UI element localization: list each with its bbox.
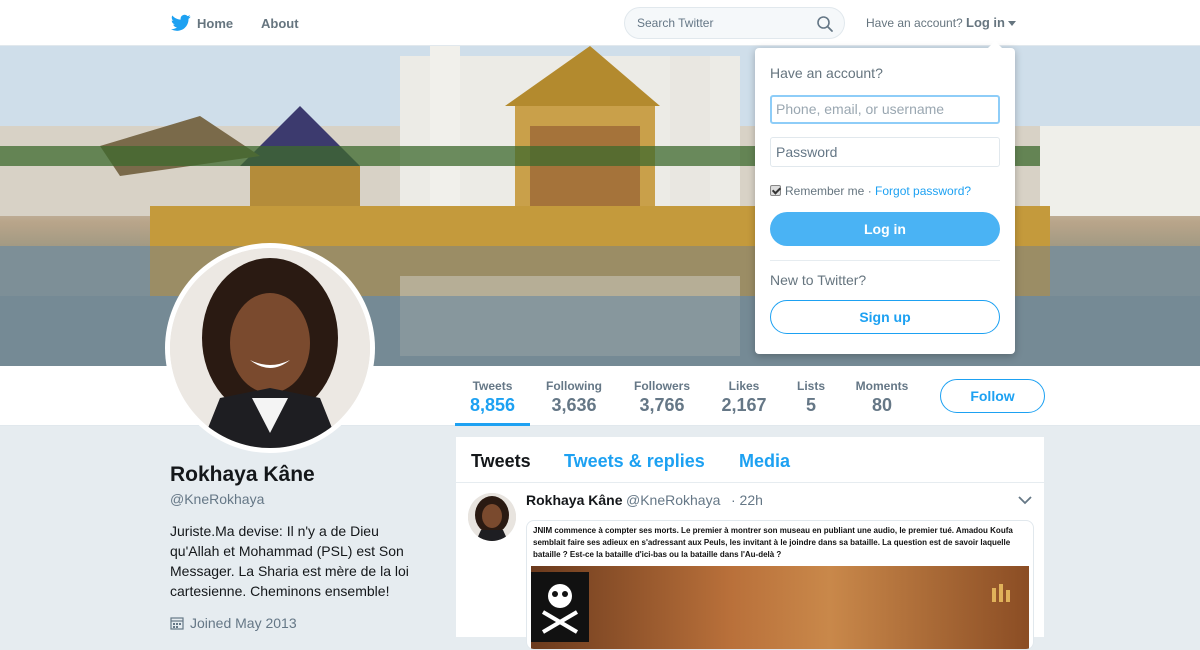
tweet-avatar[interactable]: [468, 493, 516, 541]
stat-following[interactable]: Following 3,636: [538, 366, 610, 426]
stat-label: Likes: [728, 379, 760, 393]
profile-joined: Joined May 2013: [170, 615, 297, 631]
timeline-panel: Tweets Tweets & replies Media Rokhaya Kâ…: [456, 437, 1044, 650]
home-link[interactable]: Home: [197, 16, 233, 31]
stat-value: 5: [805, 395, 816, 415]
profile-avatar-frame: [165, 243, 375, 453]
stat-label: Tweets: [472, 379, 513, 393]
login-dropdown: Have an account? Phone, email, or userna…: [755, 41, 1015, 354]
stat-value: 8,856: [469, 395, 516, 415]
separator: ·: [864, 184, 876, 198]
stat-label: Followers: [633, 379, 690, 393]
new-to-twitter-prompt: New to Twitter?: [770, 272, 867, 288]
calendar-icon: [170, 617, 184, 630]
stat-label: Following: [546, 379, 602, 393]
top-navigation-bar: Home About Search Twitter Have an accoun…: [0, 0, 1200, 46]
search-icon[interactable]: [816, 15, 834, 33]
dropdown-title: Have an account?: [770, 65, 883, 81]
stat-label: Moments: [855, 379, 909, 393]
stat-likes[interactable]: Likes 2,167: [714, 366, 774, 426]
stat-value: 80: [871, 395, 893, 415]
tweet-author-handle[interactable]: @KneRokhaya: [626, 492, 720, 508]
profile-handle[interactable]: @KneRokhaya: [170, 491, 264, 507]
avatar[interactable]: [170, 248, 370, 448]
tweet-item[interactable]: Rokhaya Kâne @KneRokhaya · 22h JNIM comm…: [456, 483, 1044, 650]
stat-label: Lists: [796, 379, 825, 393]
remember-me-label[interactable]: Remember me: [785, 184, 864, 198]
joined-date: Joined May 2013: [190, 615, 297, 631]
tweet-image-text: JNIM commence à compter ses morts. Le pr…: [533, 526, 1013, 559]
skull-icon: [531, 572, 589, 642]
login-button[interactable]: Log in: [770, 212, 1000, 246]
tab-tweets[interactable]: Tweets: [471, 451, 531, 472]
stat-tweets[interactable]: Tweets 8,856: [455, 366, 530, 426]
stat-lists[interactable]: Lists 5: [789, 366, 833, 426]
signup-button[interactable]: Sign up: [770, 300, 1000, 334]
chevron-down-icon[interactable]: [1018, 495, 1032, 505]
remember-me-row: Remember me · Forgot password?: [770, 184, 971, 198]
tab-media[interactable]: Media: [739, 451, 790, 472]
password-field[interactable]: Password: [770, 137, 1000, 167]
logo-mark: [992, 584, 1010, 602]
caret-down-icon[interactable]: [1008, 21, 1016, 26]
tab-tweets-replies[interactable]: Tweets & replies: [564, 451, 705, 472]
follow-button[interactable]: Follow: [940, 379, 1045, 413]
tweet-timestamp[interactable]: · 22h: [731, 492, 763, 508]
account-prompt: Have an account?: [866, 16, 963, 30]
search-box[interactable]: Search Twitter: [624, 7, 845, 39]
stat-value: 2,167: [721, 395, 767, 415]
search-input[interactable]: Search Twitter: [637, 16, 713, 30]
username-field[interactable]: Phone, email, or username: [770, 95, 1000, 124]
stat-moments[interactable]: Moments 80: [849, 366, 915, 426]
stat-value: 3,766: [639, 395, 685, 415]
tweet-media-card[interactable]: JNIM commence à compter ses morts. Le pr…: [526, 520, 1034, 650]
login-menu-link[interactable]: Log in: [966, 15, 1005, 30]
timeline-tabs: Tweets Tweets & replies Media: [456, 437, 1044, 483]
twitter-bird-icon[interactable]: [171, 14, 191, 32]
tweet-author-name[interactable]: Rokhaya Kâne: [526, 492, 622, 508]
divider: [770, 260, 1000, 261]
about-link[interactable]: About: [261, 16, 299, 31]
profile-name[interactable]: Rokhaya Kâne: [170, 463, 315, 487]
stat-followers[interactable]: Followers 3,766: [626, 366, 698, 426]
remember-me-checkbox[interactable]: [770, 185, 781, 196]
profile-bio: Juriste.Ma devise: Il n'y a de Dieu qu'A…: [170, 523, 409, 599]
stat-value: 3,636: [551, 395, 597, 415]
tweet-image[interactable]: [531, 566, 1029, 649]
forgot-password-link[interactable]: Forgot password?: [875, 184, 971, 198]
